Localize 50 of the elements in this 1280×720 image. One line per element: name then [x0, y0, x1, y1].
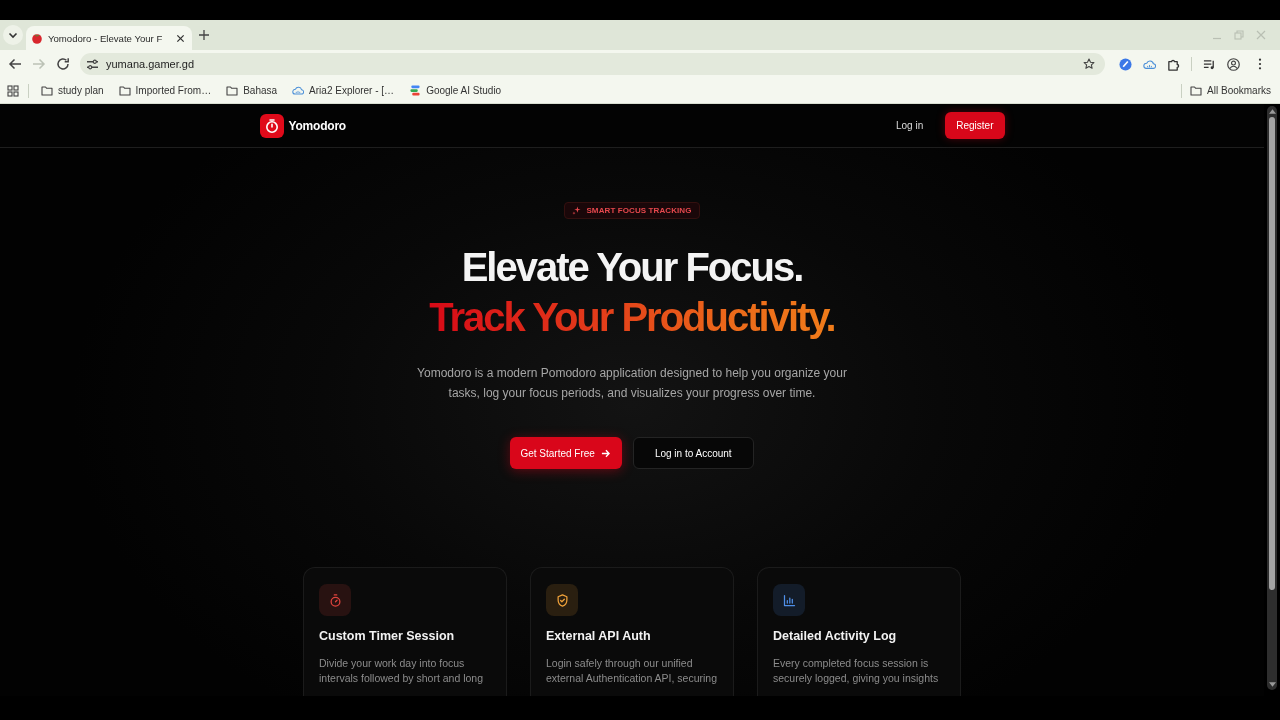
arrow-right-icon	[600, 448, 610, 458]
feature-title: External API Auth	[546, 628, 652, 644]
chevron-down-icon[interactable]	[3, 25, 23, 45]
cloud-icon[interactable]	[1143, 57, 1156, 71]
triangle-up-icon[interactable]	[1268, 109, 1276, 114]
cloud-icon	[292, 85, 305, 96]
register-button[interactable]: Register	[945, 112, 1005, 139]
pen-circle-icon[interactable]	[1119, 57, 1132, 71]
feature-title: Detailed Activity Log	[773, 628, 898, 644]
login-link[interactable]: Log in	[896, 120, 924, 131]
scrollbar[interactable]	[1267, 106, 1277, 690]
reload-icon[interactable]	[56, 57, 70, 71]
get-started-button[interactable]: Get Started Free	[510, 437, 622, 469]
brand-name[interactable]: Yomodoro	[288, 118, 346, 133]
menu-icon[interactable]	[1258, 58, 1262, 70]
sliders-icon[interactable]	[86, 58, 99, 70]
hero-heading: Elevate Your Focus.	[461, 244, 803, 291]
grid-icon[interactable]	[7, 84, 19, 97]
plus-icon[interactable]	[199, 30, 209, 40]
scrollbar-thumb[interactable]	[1269, 117, 1275, 590]
close-icon[interactable]	[176, 33, 185, 43]
feature-title: Custom Timer Session	[319, 628, 456, 644]
star-icon[interactable]	[1083, 58, 1095, 70]
hero-description: Yomodoro is a modern Pomodoro application designed to help you organize your tasks, log your focus periods, and visualizes your progress over time.	[416, 365, 848, 402]
sparkle-icon	[572, 206, 582, 215]
tagline-badge: SMART FOCUS TRACKING	[564, 202, 700, 219]
feature-description: Divide your work day into focus intervals followed by short and long	[319, 656, 484, 686]
feature-description: Every completed focus session is securely logged, giving you insights	[773, 656, 940, 686]
browser-tab[interactable]: Yomodoro - Elevate Your F	[26, 26, 192, 50]
profile-icon[interactable]	[1227, 57, 1240, 71]
address-bar[interactable]: yumana.gamer.gd	[80, 53, 1105, 75]
bookmark-item[interactable]: Imported From…	[112, 80, 218, 101]
bookmark-item[interactable]: study plan	[35, 80, 110, 101]
tomato-icon	[31, 32, 43, 44]
bookmark-item[interactable]: Bahasa	[220, 80, 284, 101]
bookmark-item[interactable]: Google AI Studio	[403, 80, 508, 101]
folder-icon	[41, 85, 53, 96]
login-account-button[interactable]: Log in to Account	[632, 437, 754, 469]
folder-icon	[118, 85, 131, 96]
bookmark-item[interactable]: All Bookmarks	[1184, 80, 1277, 101]
arrow-left-icon[interactable]	[8, 57, 22, 71]
stopwatch-icon	[259, 113, 284, 138]
folder-icon	[226, 85, 239, 96]
striped-logo-icon	[409, 85, 422, 96]
folder-icon	[1190, 85, 1203, 96]
playlist-icon[interactable]	[1203, 57, 1216, 71]
feature-description: Login safely through our unified external Authentication API, securing	[546, 656, 719, 686]
bookmark-item[interactable]: Aria2 Explorer - […	[286, 80, 401, 101]
puzzle-icon[interactable]	[1167, 57, 1180, 71]
triangle-down-icon[interactable]	[1268, 682, 1276, 687]
